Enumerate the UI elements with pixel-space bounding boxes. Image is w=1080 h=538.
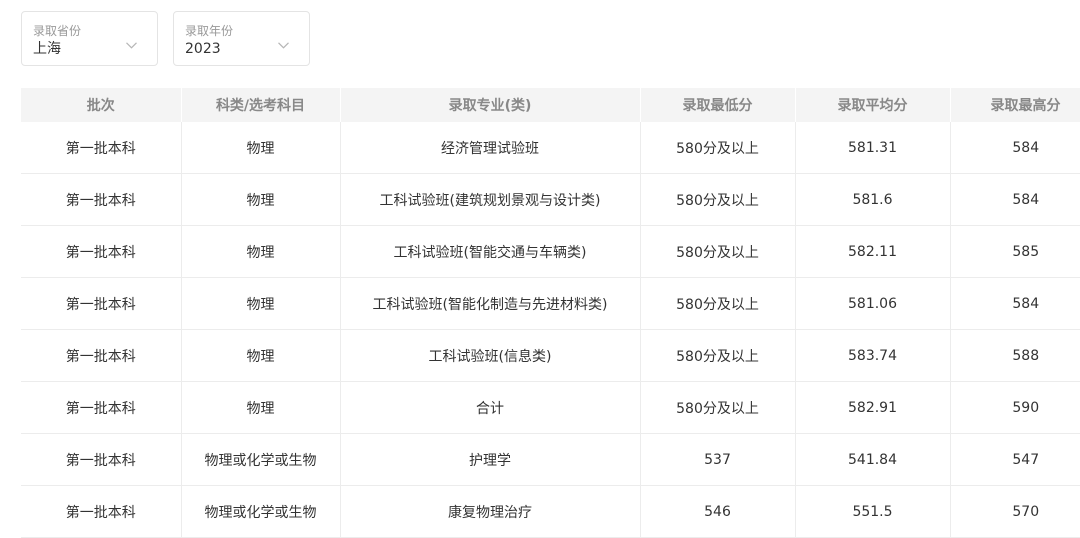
- cell-batch: 第一批本科: [21, 277, 182, 330]
- cell-max-score: 547: [950, 433, 1080, 486]
- year-select[interactable]: 录取年份 2023: [173, 11, 310, 66]
- cell-avg-score: 581.31: [795, 122, 951, 174]
- chevron-down-icon: [278, 42, 289, 49]
- cell-max-score: 584: [950, 173, 1080, 226]
- table-row: 第一批本科 物理 经济管理试验班 580分及以上 581.31 584: [21, 122, 1080, 174]
- column-header-subject: 科类/选考科目: [181, 88, 341, 122]
- cell-avg-score: 582.91: [795, 381, 951, 434]
- cell-max-score: 570: [950, 485, 1080, 538]
- admission-score-table: 批次 科类/选考科目 录取专业(类) 录取最低分 录取平均分 录取最高分 第一批…: [21, 88, 1080, 538]
- cell-major: 合计: [340, 381, 641, 434]
- cell-major: 工科试验班(智能交通与车辆类): [340, 225, 641, 278]
- table-row: 第一批本科 物理 工科试验班(智能化制造与先进材料类) 580分及以上 581.…: [21, 277, 1080, 330]
- cell-major: 经济管理试验班: [340, 122, 641, 174]
- cell-major: 工科试验班(信息类): [340, 329, 641, 382]
- cell-max-score: 588: [950, 329, 1080, 382]
- cell-batch: 第一批本科: [21, 225, 182, 278]
- cell-subject: 物理: [181, 173, 341, 226]
- year-select-label: 录取年份: [185, 24, 234, 38]
- filter-bar: 录取省份 上海 录取年份 2023: [21, 11, 310, 66]
- column-header-major: 录取专业(类): [340, 88, 641, 122]
- cell-avg-score: 582.11: [795, 225, 951, 278]
- table-row: 第一批本科 物理 工科试验班(建筑规划景观与设计类) 580分及以上 581.6…: [21, 173, 1080, 226]
- cell-avg-score: 581.06: [795, 277, 951, 330]
- cell-batch: 第一批本科: [21, 329, 182, 382]
- cell-batch: 第一批本科: [21, 433, 182, 486]
- table-body: 第一批本科 物理 经济管理试验班 580分及以上 581.31 584 第一批本…: [21, 122, 1080, 538]
- table-header-row: 批次 科类/选考科目 录取专业(类) 录取最低分 录取平均分 录取最高分: [21, 88, 1080, 122]
- cell-min-score: 580分及以上: [640, 277, 796, 330]
- cell-major: 康复物理治疗: [340, 485, 641, 538]
- province-select-label: 录取省份: [33, 24, 82, 38]
- chevron-down-icon: [126, 42, 137, 49]
- table-row: 第一批本科 物理或化学或生物 康复物理治疗 546 551.5 570: [21, 485, 1080, 538]
- cell-batch: 第一批本科: [21, 485, 182, 538]
- cell-min-score: 580分及以上: [640, 225, 796, 278]
- cell-batch: 第一批本科: [21, 122, 182, 174]
- cell-min-score: 537: [640, 433, 796, 486]
- cell-min-score: 580分及以上: [640, 173, 796, 226]
- cell-max-score: 585: [950, 225, 1080, 278]
- cell-max-score: 584: [950, 277, 1080, 330]
- cell-min-score: 580分及以上: [640, 329, 796, 382]
- cell-min-score: 580分及以上: [640, 122, 796, 174]
- cell-subject: 物理: [181, 329, 341, 382]
- cell-avg-score: 541.84: [795, 433, 951, 486]
- cell-major: 工科试验班(智能化制造与先进材料类): [340, 277, 641, 330]
- cell-avg-score: 583.74: [795, 329, 951, 382]
- cell-avg-score: 551.5: [795, 485, 951, 538]
- cell-major: 护理学: [340, 433, 641, 486]
- column-header-max-score: 录取最高分: [950, 88, 1080, 122]
- cell-avg-score: 581.6: [795, 173, 951, 226]
- table-row: 第一批本科 物理或化学或生物 护理学 537 541.84 547: [21, 433, 1080, 486]
- column-header-min-score: 录取最低分: [640, 88, 796, 122]
- column-header-avg-score: 录取平均分: [795, 88, 951, 122]
- cell-subject: 物理: [181, 381, 341, 434]
- province-select[interactable]: 录取省份 上海: [21, 11, 158, 66]
- cell-major: 工科试验班(建筑规划景观与设计类): [340, 173, 641, 226]
- cell-max-score: 584: [950, 122, 1080, 174]
- cell-subject: 物理或化学或生物: [181, 433, 341, 486]
- table-row: 第一批本科 物理 合计 580分及以上 582.91 590: [21, 381, 1080, 434]
- admission-score-table-wrap: 批次 科类/选考科目 录取专业(类) 录取最低分 录取平均分 录取最高分 第一批…: [21, 88, 1080, 538]
- cell-min-score: 580分及以上: [640, 381, 796, 434]
- table-header: 批次 科类/选考科目 录取专业(类) 录取最低分 录取平均分 录取最高分: [21, 88, 1080, 122]
- cell-subject: 物理: [181, 225, 341, 278]
- cell-subject: 物理: [181, 122, 341, 174]
- cell-subject: 物理: [181, 277, 341, 330]
- table-row: 第一批本科 物理 工科试验班(信息类) 580分及以上 583.74 588: [21, 329, 1080, 382]
- cell-max-score: 590: [950, 381, 1080, 434]
- cell-batch: 第一批本科: [21, 173, 182, 226]
- cell-subject: 物理或化学或生物: [181, 485, 341, 538]
- column-header-batch: 批次: [21, 88, 182, 122]
- cell-min-score: 546: [640, 485, 796, 538]
- cell-batch: 第一批本科: [21, 381, 182, 434]
- table-row: 第一批本科 物理 工科试验班(智能交通与车辆类) 580分及以上 582.11 …: [21, 225, 1080, 278]
